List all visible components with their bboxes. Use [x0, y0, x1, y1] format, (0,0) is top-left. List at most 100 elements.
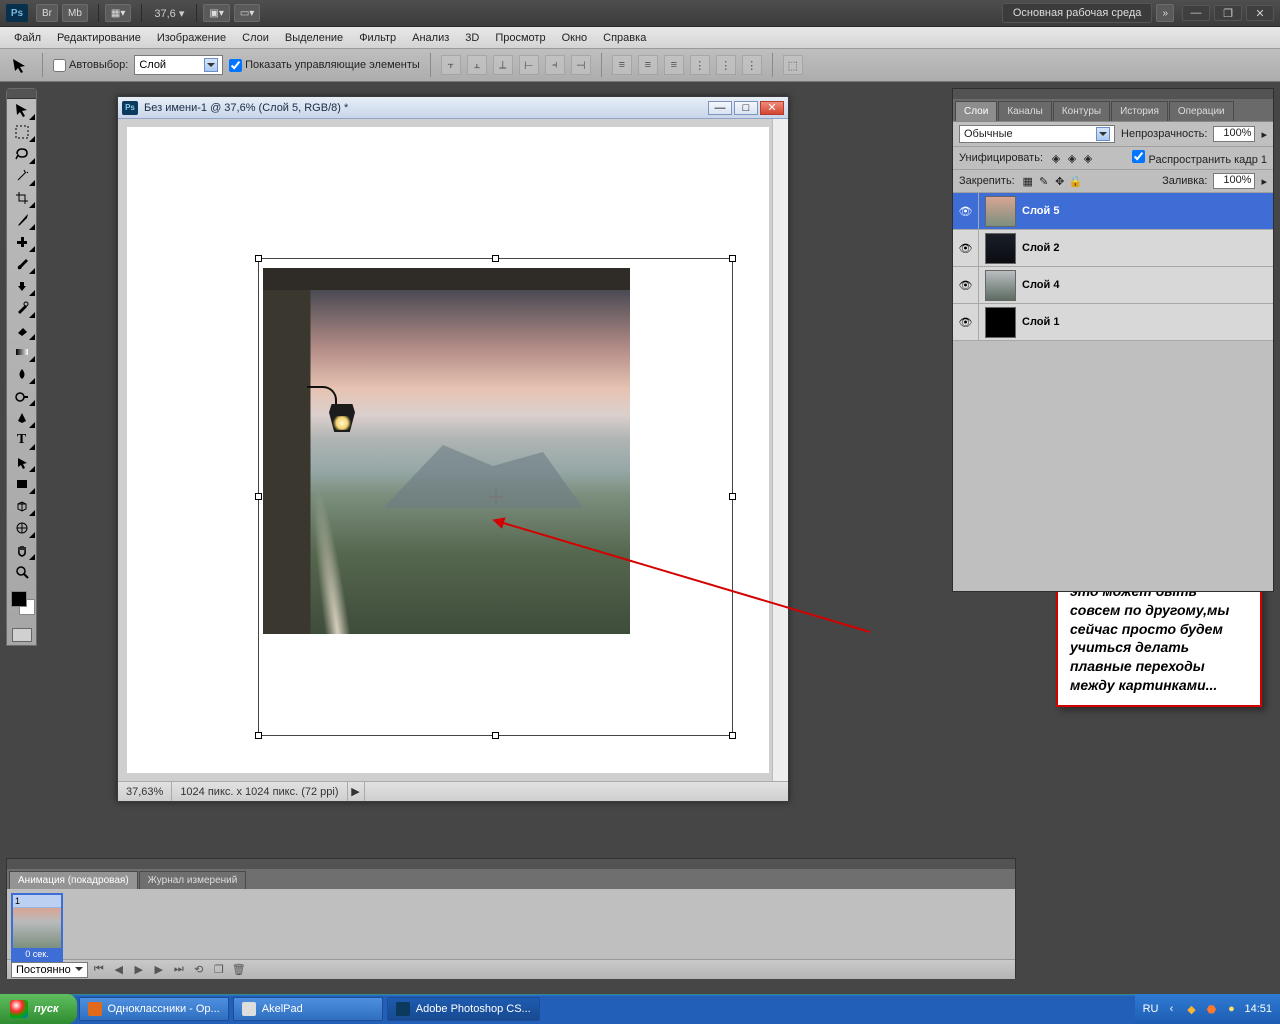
visibility-toggle[interactable]: 👁: [953, 193, 979, 229]
first-frame-button[interactable]: ⏮: [90, 962, 108, 978]
play-button[interactable]: ▶: [130, 962, 148, 978]
color-swatches[interactable]: [7, 589, 36, 625]
status-info[interactable]: 1024 пикс. x 1024 пикс. (72 ppi): [172, 782, 347, 801]
transform-bounding-box[interactable]: [258, 258, 733, 736]
align-hcenter-button[interactable]: ⫞: [545, 55, 565, 75]
transform-handle-tr[interactable]: [729, 255, 736, 262]
move-tool[interactable]: [7, 99, 36, 121]
eraser-tool[interactable]: [7, 319, 36, 341]
panel-grip[interactable]: [953, 89, 1273, 99]
align-bottom-button[interactable]: ⟂: [493, 55, 513, 75]
visibility-toggle[interactable]: 👁: [953, 230, 979, 266]
menu-help[interactable]: Справка: [595, 29, 654, 47]
start-button[interactable]: пуск: [0, 994, 77, 1024]
delete-frame-button[interactable]: 🗑: [230, 962, 248, 978]
expand-panels-button[interactable]: »: [1156, 4, 1174, 22]
marquee-tool[interactable]: [7, 121, 36, 143]
doc-minimize-button[interactable]: —: [708, 101, 732, 115]
tray-icon[interactable]: ●: [1224, 1002, 1238, 1016]
document-titlebar[interactable]: Ps Без имени-1 @ 37,6% (Слой 5, RGB/8) *…: [118, 97, 788, 119]
align-vcenter-button[interactable]: ⫠: [467, 55, 487, 75]
menu-layer[interactable]: Слои: [234, 29, 277, 47]
animation-panel-grip[interactable]: [7, 859, 1015, 869]
blur-tool[interactable]: [7, 363, 36, 385]
tray-icon[interactable]: ‹: [1164, 1002, 1178, 1016]
show-transform-controls-checkbox[interactable]: Показать управляющие элементы: [229, 59, 420, 72]
crop-tool[interactable]: [7, 187, 36, 209]
transform-handle-br[interactable]: [729, 732, 736, 739]
align-left-button[interactable]: ⊢: [519, 55, 539, 75]
menu-filter[interactable]: Фильтр: [351, 29, 404, 47]
doc-maximize-button[interactable]: □: [734, 101, 758, 115]
auto-select-checkbox[interactable]: Автовыбор:: [53, 59, 128, 72]
distribute-vcenter-button[interactable]: ≡: [638, 55, 658, 75]
stamp-tool[interactable]: [7, 275, 36, 297]
pen-tool[interactable]: [7, 407, 36, 429]
bridge-button[interactable]: Br: [36, 4, 58, 22]
layer-row[interactable]: 👁 Слой 1: [953, 304, 1273, 341]
brush-tool[interactable]: [7, 253, 36, 275]
dodge-tool[interactable]: [7, 385, 36, 407]
frame-duration[interactable]: 0 сек.: [13, 948, 61, 960]
last-frame-button[interactable]: ⏭: [170, 962, 188, 978]
menu-analysis[interactable]: Анализ: [404, 29, 457, 47]
distribute-hcenter-button[interactable]: ⋮: [716, 55, 736, 75]
arrange-documents-button[interactable]: ▣▾: [203, 4, 229, 22]
menu-select[interactable]: Выделение: [277, 29, 351, 47]
window-restore-button[interactable]: ❐: [1214, 5, 1242, 21]
transform-handle-mr[interactable]: [729, 493, 736, 500]
layer-name[interactable]: Слой 4: [1022, 279, 1059, 291]
canvas[interactable]: [127, 127, 769, 773]
tab-paths[interactable]: Контуры: [1053, 101, 1110, 121]
layer-thumbnail[interactable]: [985, 233, 1016, 264]
window-minimize-button[interactable]: —: [1182, 5, 1210, 21]
workspace-switcher[interactable]: Основная рабочая среда: [1002, 3, 1153, 23]
layer-name[interactable]: Слой 2: [1022, 242, 1059, 254]
menu-edit[interactable]: Редактирование: [49, 29, 149, 47]
transform-handle-bl[interactable]: [255, 732, 262, 739]
menu-image[interactable]: Изображение: [149, 29, 234, 47]
blend-mode-select[interactable]: Обычные: [959, 125, 1115, 143]
menu-file[interactable]: Файл: [6, 29, 49, 47]
gradient-tool[interactable]: [7, 341, 36, 363]
taskbar-item[interactable]: Adobe Photoshop CS...: [387, 997, 540, 1021]
quick-mask-toggle[interactable]: [7, 625, 36, 645]
view-extras-button[interactable]: ▦▾: [105, 4, 131, 22]
menu-window[interactable]: Окно: [554, 29, 596, 47]
layer-row[interactable]: 👁 Слой 2: [953, 230, 1273, 267]
tab-layers[interactable]: Слои: [955, 101, 997, 121]
menu-view[interactable]: Просмотр: [487, 29, 553, 47]
fill-input[interactable]: 100%: [1213, 173, 1255, 189]
opacity-input[interactable]: 100%: [1213, 126, 1255, 142]
loop-select[interactable]: Постоянно: [11, 962, 88, 978]
lasso-tool[interactable]: [7, 143, 36, 165]
language-indicator[interactable]: RU: [1143, 1003, 1159, 1015]
tab-history[interactable]: История: [1111, 101, 1168, 121]
zoom-readout[interactable]: 37,6 ▾: [154, 7, 184, 20]
foreground-color-swatch[interactable]: [11, 591, 27, 607]
propagate-frame-checkbox[interactable]: Распространить кадр 1: [1132, 150, 1267, 166]
status-info-menu[interactable]: ▶: [348, 782, 365, 801]
transform-handle-ml[interactable]: [255, 493, 262, 500]
duplicate-frame-button[interactable]: ❐: [210, 962, 228, 978]
tab-animation[interactable]: Анимация (покадровая): [9, 871, 138, 889]
screen-mode-button[interactable]: ▭▾: [234, 4, 260, 22]
tray-icon[interactable]: ⬣: [1204, 1002, 1218, 1016]
auto-select-target[interactable]: Слой: [134, 55, 223, 75]
status-zoom[interactable]: 37,63%: [118, 782, 172, 801]
history-brush-tool[interactable]: [7, 297, 36, 319]
magic-wand-tool[interactable]: [7, 165, 36, 187]
prev-frame-button[interactable]: ◀: [110, 962, 128, 978]
layer-name[interactable]: Слой 5: [1022, 205, 1059, 217]
zoom-tool[interactable]: [7, 561, 36, 583]
window-close-button[interactable]: ✕: [1246, 5, 1274, 21]
transform-handle-tc[interactable]: [492, 255, 499, 262]
next-frame-button[interactable]: ▶: [150, 962, 168, 978]
visibility-toggle[interactable]: 👁: [953, 267, 979, 303]
tab-measurement-log[interactable]: Журнал измерений: [139, 871, 247, 889]
shape-tool[interactable]: [7, 473, 36, 495]
align-right-button[interactable]: ⊣: [571, 55, 591, 75]
tools-panel-grip[interactable]: [7, 89, 36, 99]
transform-handle-bc[interactable]: [492, 732, 499, 739]
layer-thumbnail[interactable]: [985, 196, 1016, 227]
